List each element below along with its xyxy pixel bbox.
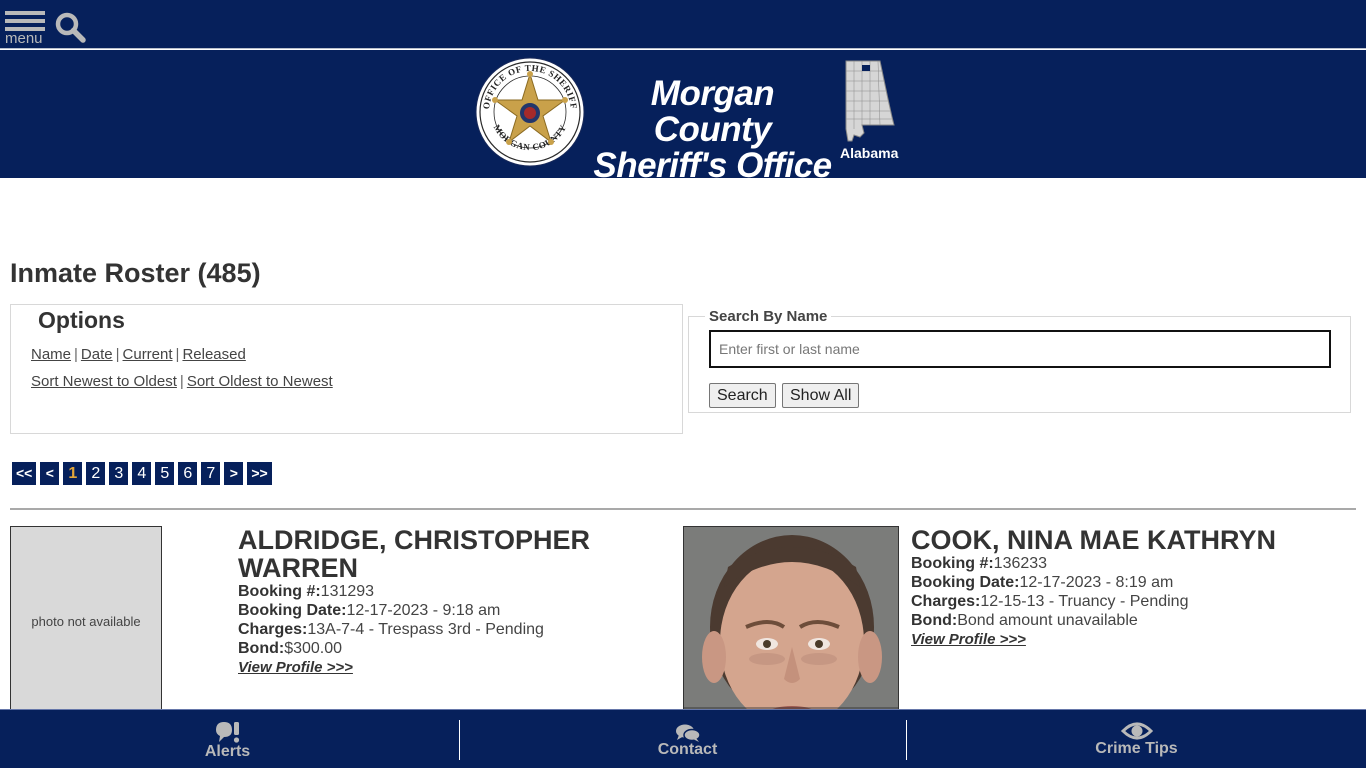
booking-number: Booking #:131293 — [238, 582, 678, 601]
page-6-button[interactable]: 6 — [178, 462, 198, 485]
site-title-line1: Morgan County — [650, 74, 775, 149]
charges: Charges:12-15-13 - Truancy - Pending — [911, 592, 1351, 611]
filter-date-link[interactable]: Date — [81, 346, 113, 363]
booking-date-value: 12-17-2023 - 9:18 am — [346, 602, 501, 619]
pagination: << < 1 2 3 4 5 6 7 > >> — [12, 462, 272, 485]
search-icon — [55, 12, 86, 43]
search-toggle-button[interactable] — [55, 12, 87, 44]
alerts-label: Alerts — [204, 743, 251, 760]
search-button[interactable]: Search — [709, 383, 776, 408]
filter-links: Name | Date | Current | Released — [31, 346, 246, 363]
page-2-button[interactable]: 2 — [86, 462, 106, 485]
top-bar: menu — [0, 0, 1366, 49]
inmate-info: ALDRIDGE, CHRISTOPHER WARREN Booking #:1… — [238, 526, 678, 677]
bond: Bond:$300.00 — [238, 639, 678, 658]
inmate-card: COOK, NINA MAE KATHRYN Booking #:136233 … — [683, 526, 1356, 716]
site-title[interactable]: Morgan County Sheriff's Office — [590, 76, 835, 184]
charges-value: 13A-7-4 - Trespass 3rd - Pending — [307, 621, 544, 638]
separator: | — [179, 373, 184, 390]
booking-date-label: Booking Date: — [911, 574, 1020, 591]
sort-oldest-link[interactable]: Sort Oldest to Newest — [187, 373, 333, 390]
contact-label: Contact — [657, 741, 718, 758]
alert-bubble-icon — [215, 722, 239, 743]
hamburger-icon-bar — [5, 19, 45, 23]
site-title-line2: Sheriff's Office — [593, 146, 832, 185]
filter-current-link[interactable]: Current — [123, 346, 173, 363]
bond-label: Bond: — [911, 612, 958, 629]
inmate-card: photo not available ALDRIDGE, CHRISTOPHE… — [10, 526, 683, 716]
alabama-map-icon — [845, 60, 895, 142]
booking-number-label: Booking #: — [911, 555, 994, 572]
page-next-button[interactable]: > — [224, 462, 244, 485]
options-legend: Options — [33, 307, 130, 334]
search-panel: Search By Name Search Show All — [688, 308, 1351, 413]
bond-value: Bond amount unavailable — [957, 612, 1138, 629]
sort-links: Sort Newest to Oldest | Sort Oldest to New… — [31, 373, 333, 390]
separator: | — [74, 346, 78, 363]
page-title: Inmate Roster (485) — [10, 258, 261, 288]
options-panel: Options Name | Date | Current | Released Sort … — [10, 304, 683, 434]
crime-tips-label: Crime Tips — [1095, 740, 1178, 757]
bottom-nav-contact[interactable]: Contact — [460, 710, 915, 768]
booking-number-value: 131293 — [320, 583, 375, 600]
charges-label: Charges: — [911, 593, 981, 610]
page-first-button[interactable]: << — [12, 462, 37, 485]
sheriff-seal-logo[interactable]: OFFICE OF THE SHERIFF MORGAN COUNTY — [475, 57, 585, 167]
page-3-button[interactable]: 3 — [109, 462, 129, 485]
page-1-button[interactable]: 1 — [63, 462, 83, 485]
charges: Charges:13A-7-4 - Trespass 3rd - Pending — [238, 620, 678, 639]
search-legend: Search By Name — [705, 308, 832, 325]
filter-released-link[interactable]: Released — [182, 346, 245, 363]
bottom-nav-crime-tips[interactable]: Crime Tips — [907, 710, 1366, 768]
booking-date-value: 12-17-2023 - 8:19 am — [1019, 574, 1174, 591]
bottom-nav: Alerts Contact Crime Tips — [0, 709, 1366, 768]
menu-button[interactable]: menu — [4, 10, 46, 48]
bond-value: $300.00 — [284, 640, 343, 657]
booking-number: Booking #:136233 — [911, 554, 1351, 573]
charges-value: 12-15-13 - Truancy - Pending — [980, 593, 1189, 610]
charges-label: Charges: — [238, 621, 308, 638]
page-4-button[interactable]: 4 — [132, 462, 152, 485]
divider — [10, 508, 1356, 510]
inmate-photo-placeholder[interactable]: photo not available — [10, 526, 162, 716]
separator: | — [175, 346, 180, 363]
page-5-button[interactable]: 5 — [155, 462, 175, 485]
booking-number-value: 136233 — [993, 555, 1048, 572]
booking-date: Booking Date:12-17-2023 - 8:19 am — [911, 573, 1351, 592]
show-all-button[interactable]: Show All — [782, 383, 860, 408]
hamburger-icon — [5, 11, 45, 15]
site-header: OFFICE OF THE SHERIFF MORGAN COUNTY Morg… — [0, 50, 1366, 184]
menu-label: menu — [5, 30, 43, 47]
booking-date-label: Booking Date: — [238, 602, 347, 619]
sort-newest-link[interactable]: Sort Newest to Oldest — [31, 373, 177, 390]
photo-not-available-text: photo not available — [31, 613, 141, 629]
name-search-input[interactable] — [709, 330, 1331, 368]
page-last-button[interactable]: >> — [247, 462, 272, 485]
state-label: Alabama — [840, 145, 899, 161]
page-7-button[interactable]: 7 — [201, 462, 221, 485]
mugshot-image — [684, 527, 898, 715]
booking-date: Booking Date:12-17-2023 - 9:18 am — [238, 601, 678, 620]
filter-name-link[interactable]: Name — [31, 346, 71, 363]
inmate-info: COOK, NINA MAE KATHRYN Booking #:136233 … — [911, 526, 1351, 649]
view-profile-link[interactable]: View Profile >>> — [911, 630, 1026, 649]
bond-label: Bond: — [238, 640, 285, 657]
eye-icon — [1120, 722, 1153, 740]
page-prev-button[interactable]: < — [40, 462, 60, 485]
inmate-photo[interactable] — [683, 526, 899, 716]
chat-bubbles-icon — [675, 724, 701, 742]
bond: Bond:Bond amount unavailable — [911, 611, 1351, 630]
booking-number-label: Booking #: — [238, 583, 321, 600]
bottom-nav-alerts[interactable]: Alerts — [0, 710, 455, 768]
separator: | — [115, 346, 120, 363]
view-profile-link[interactable]: View Profile >>> — [238, 658, 353, 677]
inmate-name: ALDRIDGE, CHRISTOPHER WARREN — [238, 525, 591, 583]
inmate-name: COOK, NINA MAE KATHRYN — [911, 525, 1276, 555]
